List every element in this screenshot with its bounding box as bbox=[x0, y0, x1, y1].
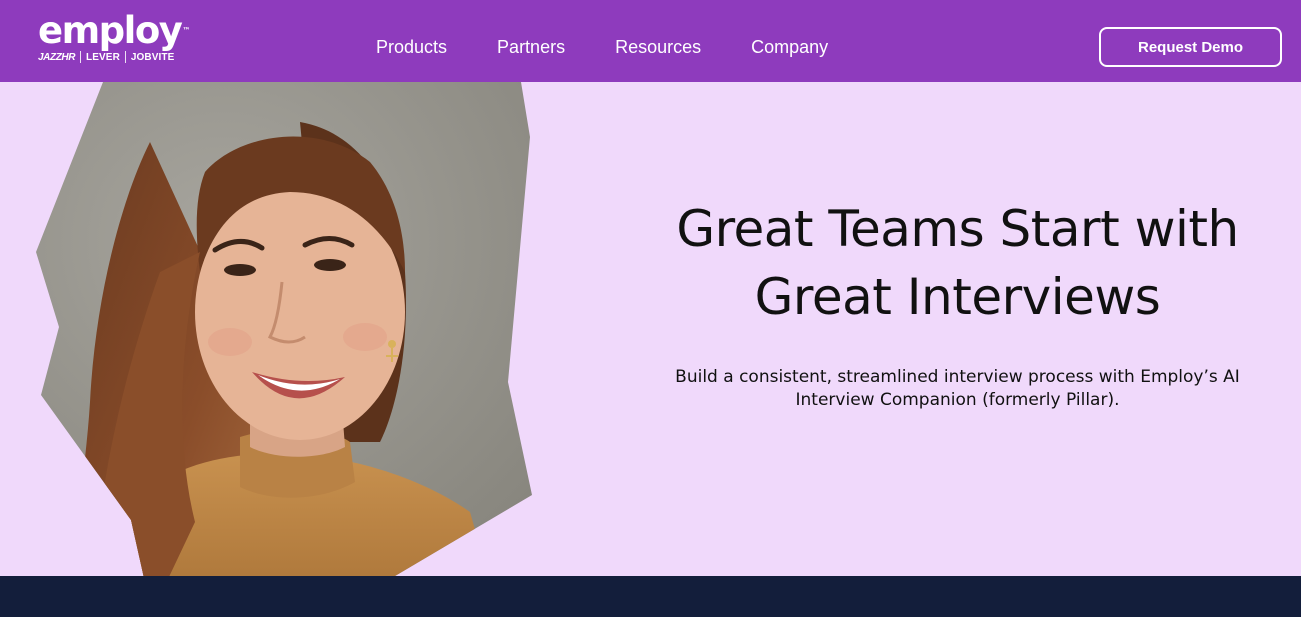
brand-divider bbox=[124, 51, 126, 63]
headline-line-2: Great Interviews bbox=[754, 268, 1161, 326]
request-demo-button[interactable]: Request Demo bbox=[1099, 27, 1282, 67]
nav-company[interactable]: Company bbox=[751, 35, 828, 59]
hero-portrait-image bbox=[36, 82, 532, 605]
logo-brand-list: JAZZHR LEVER JOBVITE bbox=[38, 51, 190, 63]
hero-headline: Great Teams Start with Great Interviews bbox=[620, 195, 1295, 331]
nav-partners[interactable]: Partners bbox=[497, 35, 565, 59]
top-navigation-bar: employ™ JAZZHR LEVER JOBVITE Products Pa… bbox=[0, 0, 1301, 82]
subhead-line-1: Build a consistent, streamlined intervie… bbox=[675, 367, 1240, 387]
nav-resources[interactable]: Resources bbox=[615, 35, 701, 59]
brand-jobvite: JOBVITE bbox=[130, 51, 175, 63]
logo-wordmark: employ™ bbox=[38, 9, 191, 52]
employ-logo[interactable]: employ™ JAZZHR LEVER JOBVITE bbox=[38, 12, 190, 63]
brand-lever: LEVER bbox=[86, 51, 120, 63]
headline-line-1: Great Teams Start with bbox=[676, 200, 1239, 258]
main-nav: Products Partners Resources Company bbox=[376, 35, 878, 59]
hero-subheading: Build a consistent, streamlined intervie… bbox=[640, 366, 1275, 412]
trademark-symbol: ™ bbox=[182, 26, 191, 35]
next-section-band bbox=[0, 576, 1301, 617]
nav-products[interactable]: Products bbox=[376, 35, 447, 59]
brand-divider bbox=[80, 51, 82, 63]
subhead-line-2: Interview Companion (formerly Pillar). bbox=[795, 390, 1120, 410]
brand-jazzhr: JAZZHR bbox=[38, 51, 76, 63]
